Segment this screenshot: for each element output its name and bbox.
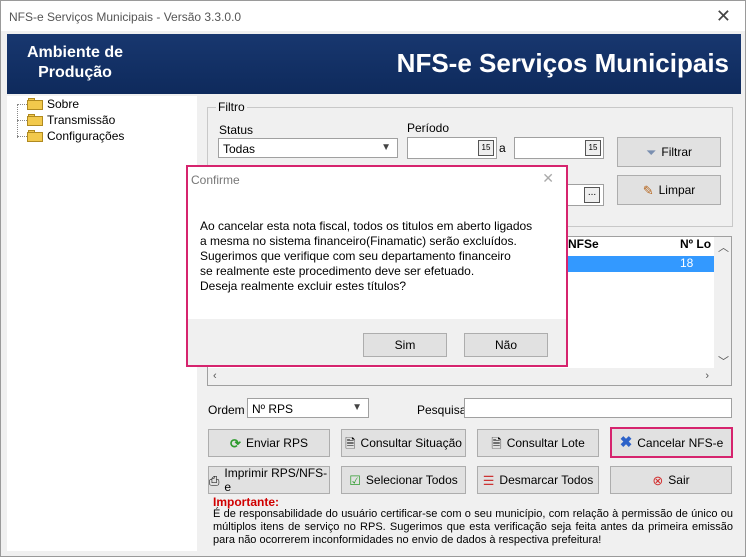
- scroll-right-icon[interactable]: ›: [705, 370, 709, 382]
- navigation-tree: Sobre Transmissão Configurações: [7, 96, 197, 551]
- filter-button[interactable]: ⏷ Filtrar: [617, 137, 721, 167]
- confirm-dialog: Confirme ✕ Ao cancelar esta nota fiscal,…: [186, 165, 568, 367]
- filter-group-label: Filtro: [216, 100, 247, 114]
- scroll-down-icon[interactable]: ﹀: [718, 353, 729, 369]
- folder-icon: [27, 114, 43, 126]
- search-label: Pesquisa: [417, 403, 467, 417]
- status-label: Status: [219, 123, 254, 137]
- refresh-icon: ⟳: [230, 435, 241, 451]
- main-window: NFS-e Serviços Municipais - Versão 3.3.0…: [0, 0, 746, 557]
- eraser-icon: ✎: [642, 182, 654, 198]
- window-close-icon[interactable]: ✕: [716, 7, 731, 25]
- period-end-input[interactable]: 15: [514, 137, 604, 159]
- period-separator: a: [499, 141, 506, 155]
- select-all-button[interactable]: ☑ Selecionar Todos: [341, 466, 466, 494]
- dialog-message: Ao cancelar esta nota fiscal, todos os t…: [200, 219, 533, 293]
- window-title: NFS-e Serviços Municipais - Versão 3.3.0…: [9, 10, 242, 24]
- exit-button[interactable]: ⊗ Sair: [610, 466, 732, 494]
- scroll-up-icon[interactable]: ︿: [718, 239, 729, 255]
- check-status-button[interactable]: 🗎 Consultar Situação: [341, 429, 466, 457]
- tree-item-configuracoes[interactable]: Configurações: [17, 128, 124, 144]
- warning-title: Importante:: [213, 495, 279, 509]
- folder-icon: [27, 98, 43, 110]
- yes-button[interactable]: Sim: [363, 333, 447, 357]
- document-search-icon: 🗎: [345, 435, 356, 451]
- dialog-close-icon[interactable]: ✕: [542, 170, 554, 187]
- browse-button[interactable]: ...: [584, 187, 600, 203]
- environment-label: Ambiente de Produção: [26, 44, 123, 81]
- send-rps-button[interactable]: ⟳ Enviar RPS: [208, 429, 330, 457]
- chevron-down-icon: ▼: [352, 402, 362, 413]
- period-start-input[interactable]: 15: [407, 137, 497, 159]
- exit-icon: ⊗: [652, 472, 664, 488]
- checklist-icon: ☑: [349, 472, 361, 488]
- status-select[interactable]: Todas ▼: [218, 138, 398, 158]
- scroll-left-icon[interactable]: ‹: [213, 370, 217, 382]
- vertical-scrollbar[interactable]: ︿ ﹀: [714, 237, 731, 369]
- deselect-all-button[interactable]: ☰ Desmarcar Todos: [477, 466, 599, 494]
- title-bar: NFS-e Serviços Municipais - Versão 3.3.0…: [1, 1, 745, 31]
- lote-cell: 18: [680, 256, 694, 270]
- header-banner: Ambiente de Produção NFS-e Serviços Muni…: [7, 34, 741, 94]
- calendar-icon[interactable]: 15: [478, 140, 494, 156]
- search-input[interactable]: [464, 398, 732, 418]
- check-batch-button[interactable]: 🗎 Consultar Lote: [477, 429, 599, 457]
- column-header-lote[interactable]: Nº Lo: [680, 237, 711, 255]
- dialog-footer: Sim Não: [188, 319, 566, 365]
- dialog-title: Confirme: [191, 173, 240, 187]
- list-icon: ☰: [482, 472, 495, 488]
- client-input[interactable]: ...: [568, 184, 604, 206]
- cancel-x-icon: ✖: [619, 434, 633, 451]
- order-select[interactable]: Nº RPS ▼: [247, 398, 369, 418]
- print-button[interactable]: ⎙ Imprimir RPS/NFS-e: [208, 466, 330, 494]
- calendar-icon[interactable]: 15: [585, 140, 601, 156]
- cancel-nfse-button[interactable]: ✖ Cancelar NFS-e: [610, 427, 733, 458]
- chevron-down-icon: ▼: [381, 142, 391, 153]
- warning-text: É de responsabilidade do usuário certifi…: [213, 508, 733, 546]
- period-label: Período: [407, 121, 450, 135]
- tree-item-transmissao[interactable]: Transmissão: [17, 112, 115, 128]
- printer-icon: ⎙: [209, 472, 220, 488]
- order-label: Ordem: [208, 403, 245, 417]
- app-title: NFS-e Serviços Municipais: [396, 48, 729, 78]
- tree-item-sobre[interactable]: Sobre: [17, 96, 79, 112]
- clear-button[interactable]: ✎ Limpar: [617, 175, 721, 205]
- no-button[interactable]: Não: [464, 333, 548, 357]
- column-header-nfse[interactable]: NFSe: [568, 237, 599, 255]
- funnel-icon: ⏷: [645, 144, 657, 160]
- folder-icon: [27, 130, 43, 142]
- horizontal-scrollbar[interactable]: ‹ ›: [208, 368, 731, 385]
- document-search-icon: 🗎: [491, 435, 502, 451]
